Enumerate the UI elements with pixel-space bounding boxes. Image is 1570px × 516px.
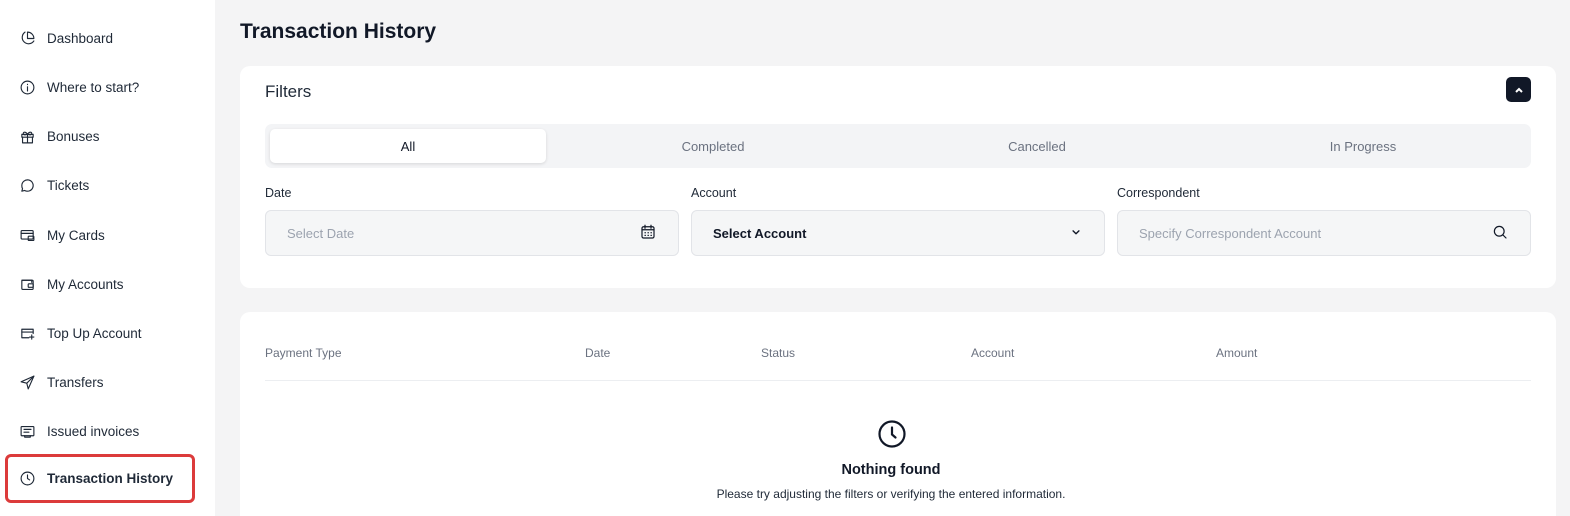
- account-select-value: Select Account: [713, 225, 807, 241]
- sidebar-item-label: My Cards: [47, 227, 105, 243]
- sidebar-item-my-accounts[interactable]: My Accounts: [5, 260, 195, 308]
- sidebar-item-label: Tickets: [47, 177, 90, 193]
- sidebar-item-where-to-start[interactable]: Where to start?: [5, 63, 195, 111]
- info-icon: [18, 78, 36, 96]
- empty-state-title: Nothing found: [841, 462, 941, 478]
- date-picker[interactable]: Select Date: [265, 210, 679, 256]
- date-placeholder: Select Date: [287, 225, 355, 241]
- page-title: Transaction History: [240, 20, 437, 43]
- card-icon: [18, 226, 36, 244]
- calendar-icon[interactable]: [639, 223, 657, 244]
- sidebar-item-my-cards[interactable]: My Cards: [5, 211, 195, 259]
- pie-chart-icon: [18, 29, 36, 47]
- filters-panel: Filters All Completed Cancelled In Progr…: [240, 66, 1556, 288]
- sidebar-item-tickets[interactable]: Tickets: [5, 161, 195, 209]
- chevron-down-icon: [1069, 225, 1083, 242]
- sidebar-item-top-up-account[interactable]: Top Up Account: [5, 309, 195, 357]
- sidebar-item-label: My Accounts: [47, 276, 124, 292]
- correspondent-search-input[interactable]: Specify Correspondent Account: [1117, 210, 1531, 256]
- sidebar-item-label: Issued invoices: [47, 423, 140, 439]
- column-header-account[interactable]: Account: [971, 346, 1014, 360]
- sidebar-item-transfers[interactable]: Transfers: [5, 358, 195, 406]
- collapse-filters-button[interactable]: [1506, 77, 1531, 102]
- status-tabs: All Completed Cancelled In Progress: [265, 124, 1531, 168]
- correspondent-placeholder: Specify Correspondent Account: [1139, 225, 1322, 241]
- gift-icon: [18, 127, 36, 145]
- tab-in-progress[interactable]: In Progress: [1225, 129, 1501, 163]
- header-divider: [265, 380, 1531, 381]
- sidebar-item-label: Bonuses: [47, 128, 100, 144]
- sidebar-item-label: Transaction History: [47, 471, 174, 486]
- column-header-amount[interactable]: Amount: [1216, 346, 1257, 360]
- sidebar-item-issued-invoices[interactable]: Issued invoices: [5, 407, 195, 455]
- tab-completed[interactable]: Completed: [575, 129, 851, 163]
- correspondent-label: Correspondent: [1117, 186, 1200, 200]
- chat-bubble-icon: [18, 176, 36, 194]
- column-header-date[interactable]: Date: [585, 346, 610, 360]
- sidebar-item-label: Transfers: [47, 374, 104, 390]
- empty-state-message: Please try adjusting the filters or veri…: [716, 487, 1066, 501]
- account-select[interactable]: Select Account: [691, 210, 1105, 256]
- sidebar-item-label: Where to start?: [47, 79, 140, 95]
- chevron-up-icon: [1514, 87, 1523, 93]
- tab-all[interactable]: All: [270, 129, 546, 163]
- card-plus-icon: [18, 324, 36, 342]
- wallet-icon: [18, 275, 36, 293]
- invoice-icon: [18, 422, 36, 440]
- tab-cancelled[interactable]: Cancelled: [899, 129, 1175, 163]
- clock-icon: [18, 470, 36, 488]
- sidebar-item-label: Top Up Account: [47, 325, 142, 341]
- column-header-status[interactable]: Status: [761, 346, 795, 360]
- sidebar-item-bonuses[interactable]: Bonuses: [5, 112, 195, 160]
- sidebar: Dashboard Where to start? Bonuses Ticket…: [0, 0, 215, 516]
- sidebar-item-dashboard[interactable]: Dashboard: [5, 14, 195, 62]
- filters-title: Filters: [265, 82, 312, 101]
- column-header-payment-type[interactable]: Payment Type: [265, 346, 342, 360]
- account-label: Account: [691, 186, 737, 200]
- empty-state-clock-icon: [877, 419, 907, 449]
- sidebar-item-transaction-history[interactable]: Transaction History: [5, 454, 195, 503]
- sidebar-item-label: Dashboard: [47, 30, 114, 46]
- send-icon: [18, 373, 36, 391]
- date-label: Date: [265, 186, 292, 200]
- search-icon[interactable]: [1491, 223, 1509, 244]
- transactions-table: Payment Type Date Status Account Amount …: [240, 312, 1556, 516]
